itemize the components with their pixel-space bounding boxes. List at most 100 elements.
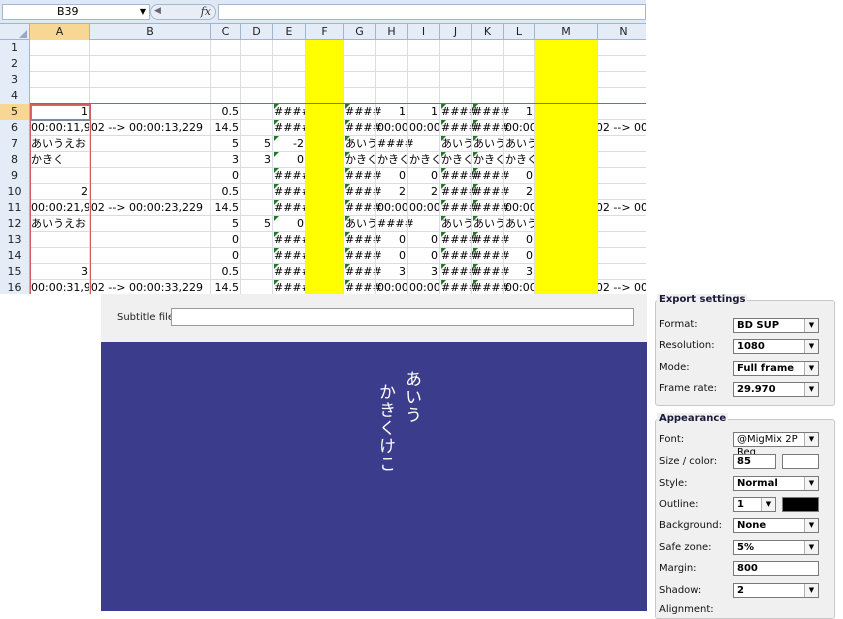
cell-l13[interactable]: 0	[505, 232, 533, 247]
cell-h14[interactable]: 0	[377, 248, 406, 263]
row-header[interactable]: 10	[0, 184, 30, 200]
column-header-g[interactable]: G	[344, 24, 376, 40]
row-header[interactable]: 15	[0, 264, 30, 280]
cell-h16[interactable]: 00:00	[377, 280, 409, 294]
cell-c5[interactable]: 0.5	[212, 104, 240, 119]
chevron-down-icon[interactable]: ▼	[804, 362, 818, 375]
cell-h8[interactable]: かきく	[377, 152, 410, 167]
cell-i8[interactable]: かきく	[409, 152, 442, 167]
cell-d7[interactable]: 5	[242, 136, 271, 151]
column-header-d[interactable]: D	[241, 24, 273, 40]
cell-c6[interactable]: 14.5	[212, 120, 240, 135]
row-header[interactable]: 2	[0, 56, 30, 72]
cell-h10[interactable]: 2	[377, 184, 406, 199]
column-header-a[interactable]: A	[30, 24, 90, 40]
margin-input[interactable]: 800	[733, 561, 819, 576]
formula-input[interactable]	[218, 4, 646, 20]
row-header[interactable]: 1	[0, 40, 30, 56]
mode-select[interactable]: Full frame ▼	[733, 361, 819, 376]
size-input[interactable]: 85	[733, 454, 776, 469]
resolution-select[interactable]: 1080 ▼	[733, 339, 819, 354]
cell-c13[interactable]: 0	[212, 232, 239, 247]
row-header[interactable]: 11	[0, 200, 30, 216]
chevron-down-icon[interactable]: ▼	[804, 383, 818, 396]
subtitle-file-input[interactable]	[171, 308, 634, 326]
column-header-f[interactable]: F	[306, 24, 344, 40]
outline-select[interactable]: 1 ▼	[733, 497, 776, 512]
cell-i14[interactable]: 0	[409, 248, 438, 263]
cell-h11[interactable]: 00:00	[377, 200, 409, 215]
column-header-i[interactable]: I	[408, 24, 440, 40]
column-header-e[interactable]: E	[273, 24, 306, 40]
cell-i15[interactable]: 3	[409, 264, 438, 279]
cell-l8[interactable]: かきく	[505, 152, 538, 167]
cell-l16[interactable]: 00:00	[505, 280, 537, 294]
chevron-down-icon[interactable]: ▼	[761, 498, 775, 511]
chevron-down-icon[interactable]: ▼	[804, 340, 818, 353]
chevron-down-icon[interactable]: ▼	[140, 5, 146, 19]
chevron-down-icon[interactable]: ▼	[804, 477, 818, 490]
cell-l6[interactable]: 00:00	[505, 120, 537, 135]
cell-i11[interactable]: 00:00	[409, 200, 441, 215]
cell-l11[interactable]: 00:00	[505, 200, 537, 215]
column-header-b[interactable]: B	[90, 24, 211, 40]
cell-i9[interactable]: 0	[409, 168, 438, 183]
function-icon[interactable]: fx	[201, 5, 211, 18]
cell-i6[interactable]: 00:00	[409, 120, 441, 135]
frame-rate-select[interactable]: 29.970 ▼	[733, 382, 819, 397]
cell-c7[interactable]: 5	[212, 136, 239, 151]
cell-i13[interactable]: 0	[409, 232, 438, 247]
row-header[interactable]: 8	[0, 152, 30, 168]
shadow-select[interactable]: 2 ▼	[733, 583, 819, 598]
cell-h6[interactable]: 00:00	[377, 120, 409, 135]
cell-c9[interactable]: 0	[212, 168, 239, 183]
cell-i5[interactable]: 1	[409, 104, 438, 119]
cell-c11[interactable]: 14.5	[212, 200, 240, 215]
format-select[interactable]: BD SUP ▼	[733, 318, 819, 333]
cell-l9[interactable]: 0	[505, 168, 533, 183]
cell-h7[interactable]: ####	[377, 136, 414, 151]
select-all-corner[interactable]	[0, 24, 30, 40]
name-box[interactable]: B39 ▼	[2, 4, 150, 20]
cell-l14[interactable]: 0	[505, 248, 533, 263]
cell-c14[interactable]: 0	[212, 248, 239, 263]
cell-l15[interactable]: 3	[505, 264, 533, 279]
column-header-c[interactable]: C	[211, 24, 241, 40]
cell-d8[interactable]: 3	[242, 152, 271, 167]
cell-c10[interactable]: 0.5	[212, 184, 240, 199]
cell-l7[interactable]: あいう	[505, 136, 538, 151]
cell-h13[interactable]: 0	[377, 232, 406, 247]
safe-zone-select[interactable]: 5% ▼	[733, 540, 819, 555]
column-header-l[interactable]: L	[504, 24, 535, 40]
cell-l12[interactable]: あいう	[505, 216, 538, 231]
row-header[interactable]: 14	[0, 248, 30, 264]
chevron-down-icon[interactable]: ▼	[804, 519, 818, 532]
cell-h15[interactable]: 3	[377, 264, 406, 279]
expand-icon[interactable]: ◀	[154, 6, 161, 16]
cell-h5[interactable]: 1	[377, 104, 406, 119]
column-header-h[interactable]: H	[376, 24, 408, 40]
background-select[interactable]: None ▼	[733, 518, 819, 533]
row-header[interactable]: 13	[0, 232, 30, 248]
text-color-swatch[interactable]	[782, 454, 819, 469]
row-header[interactable]: 5	[0, 104, 30, 120]
column-header-j[interactable]: J	[440, 24, 472, 40]
cell-l10[interactable]: 2	[505, 184, 533, 199]
chevron-down-icon[interactable]: ▼	[804, 433, 818, 446]
font-select[interactable]: @MigMix 2P Reg ▼	[733, 432, 819, 458]
chevron-down-icon[interactable]: ▼	[804, 319, 818, 332]
style-select[interactable]: Normal ▼	[733, 476, 819, 491]
cell-d12[interactable]: 5	[242, 216, 271, 231]
row-header[interactable]: 4	[0, 88, 30, 104]
column-header-n[interactable]: N	[598, 24, 646, 40]
column-header-k[interactable]: K	[472, 24, 504, 40]
row-header[interactable]: 7	[0, 136, 30, 152]
row-header[interactable]: 9	[0, 168, 30, 184]
cell-l5[interactable]: 1	[505, 104, 533, 119]
row-header[interactable]: 3	[0, 72, 30, 88]
outline-color-swatch[interactable]	[782, 497, 819, 512]
row-header[interactable]: 16	[0, 280, 30, 294]
cell-h9[interactable]: 0	[377, 168, 406, 183]
chevron-down-icon[interactable]: ▼	[804, 541, 818, 554]
cell-c16[interactable]: 14.5	[212, 280, 240, 294]
